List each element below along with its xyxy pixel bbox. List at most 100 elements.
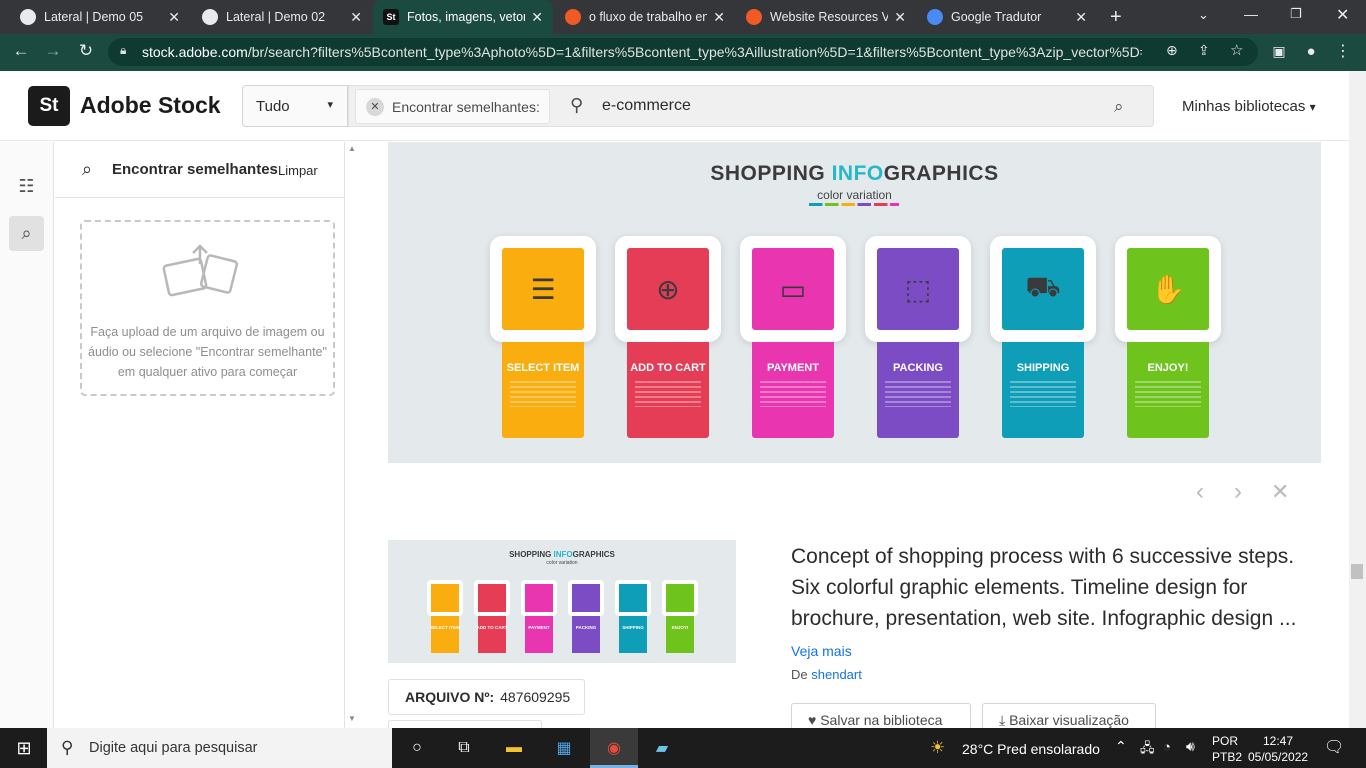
- my-libraries-menu[interactable]: Minhas bibliotecas ▾: [1182, 98, 1316, 115]
- tab-search-icon[interactable]: ⌄: [1198, 7, 1209, 23]
- tab-6[interactable]: Google Tradutor ✕: [917, 0, 1097, 34]
- chevron-down-icon: ▾: [327, 99, 333, 111]
- step-label: ADD TO CART: [630, 362, 706, 374]
- close-tab-icon[interactable]: ✕: [894, 9, 906, 26]
- restore-icon[interactable]: ❐: [1290, 6, 1302, 22]
- volume-icon[interactable]: 🔊︎: [1186, 738, 1195, 755]
- thumbnail-step-body: [525, 616, 553, 653]
- close-tab-icon[interactable]: ✕: [350, 9, 362, 26]
- wifi-icon[interactable]: ◔: [1163, 739, 1171, 754]
- page-scrollbar[interactable]: [1349, 71, 1366, 728]
- close-preview-icon[interactable]: ✕: [1271, 479, 1289, 505]
- find-similar-chip[interactable]: ✕ Encontrar semelhantes:: [355, 89, 550, 124]
- adobe-stock-logo[interactable]: St: [28, 86, 70, 126]
- translate-icon: [927, 9, 943, 25]
- reload-icon[interactable]: ↻: [73, 38, 99, 64]
- minimize-icon[interactable]: —: [1244, 6, 1258, 22]
- new-tab-button[interactable]: +: [1110, 6, 1122, 29]
- see-more-link[interactable]: Veja mais: [791, 643, 852, 659]
- close-tab-icon[interactable]: ✕: [713, 9, 725, 26]
- thumbnail-step-body: [478, 616, 506, 653]
- taskbar-search[interactable]: ⚲ Digite aqui para pesquisar: [47, 728, 392, 768]
- url-text: stock.adobe.com/br/search?filters%5Bcont…: [142, 44, 1142, 60]
- store-icon[interactable]: ▦: [552, 736, 576, 760]
- close-tab-icon[interactable]: ✕: [168, 9, 180, 26]
- profile-icon[interactable]: ●: [1298, 38, 1324, 64]
- close-tab-icon[interactable]: ✕: [1075, 9, 1087, 26]
- previous-arrow-icon[interactable]: ‹: [1196, 478, 1204, 506]
- tab-title: o fluxo de trabalho en: [589, 10, 708, 24]
- step-placeholder-text: [1010, 381, 1076, 407]
- tab-3[interactable]: St Fotos, imagens, vetore ✕: [373, 0, 553, 34]
- page-scrollbar-thumb[interactable]: [1351, 564, 1363, 579]
- upload-instructions: Faça upload de um arquivo de imagem ou á…: [88, 325, 327, 379]
- search-icon: ⚲: [570, 95, 584, 115]
- thumbnail-step-label: SELECT ITEM: [430, 625, 460, 630]
- save-to-library-button[interactable]: ♥ Salvar na biblioteca: [791, 703, 971, 731]
- chrome-icon[interactable]: ◉: [602, 736, 626, 760]
- search-input[interactable]: e-commerce: [602, 97, 691, 115]
- share-icon[interactable]: ⇪: [1198, 42, 1210, 59]
- thumbnail-title: SHOPPING INFOGRAPHICS: [509, 550, 615, 559]
- tab-1[interactable]: Lateral | Demo 05 ✕: [10, 0, 190, 34]
- find-similar-icon: ⌕: [82, 159, 93, 179]
- notifications-icon[interactable]: 🗨︎: [1324, 737, 1344, 757]
- close-tab-icon[interactable]: ✕: [531, 9, 543, 26]
- brave-icon: [565, 9, 581, 25]
- omnibox[interactable]: 🔒︎ stock.adobe.com/br/search?filters%5Bc…: [108, 38, 1258, 66]
- content-type-select[interactable]: Tudo ▾: [242, 85, 348, 127]
- zoom-icon[interactable]: ⊕: [1166, 42, 1178, 59]
- download-preview-button[interactable]: ⤓ Baixar visualização: [982, 703, 1156, 731]
- brand-name[interactable]: Adobe Stock: [80, 92, 221, 119]
- filters-icon[interactable]: ☷: [9, 169, 44, 204]
- tab-5[interactable]: Website Resources Ve ✕: [736, 0, 916, 34]
- bookmark-star-icon[interactable]: ☆: [1230, 41, 1243, 59]
- scroll-down-icon[interactable]: ▼: [348, 714, 356, 723]
- step-card: ⊕ ADD TO CART: [615, 236, 721, 438]
- thumbnail-step: PAYMENT: [521, 580, 557, 653]
- language-indicator[interactable]: POR PTB2: [1212, 733, 1242, 765]
- find-similar-icon[interactable]: ⌕: [9, 216, 44, 251]
- tab-title: Google Tradutor: [951, 10, 1042, 24]
- clear-button[interactable]: Limpar: [278, 163, 318, 178]
- author-line: De shendart: [791, 667, 862, 682]
- cortana-icon[interactable]: ○: [405, 736, 429, 760]
- next-arrow-icon[interactable]: ›: [1234, 478, 1242, 506]
- visual-search-icon[interactable]: ⌕: [1114, 97, 1124, 117]
- clock[interactable]: 12:47 05/05/2022: [1248, 733, 1308, 765]
- scroll-up-icon[interactable]: ▲: [348, 144, 356, 153]
- file-number-box: ARQUIVO Nº: 487609295: [388, 679, 585, 715]
- forward-icon[interactable]: →: [40, 38, 66, 64]
- file-explorer-icon[interactable]: ▬: [502, 736, 526, 760]
- step-placeholder-text: [760, 381, 826, 407]
- panel-divider: [55, 197, 344, 198]
- windows-start-icon[interactable]: ⊞: [12, 736, 36, 760]
- asset-description: Concept of shopping process with 6 succe…: [791, 545, 1297, 630]
- thumbnail-step-icon: [666, 584, 694, 612]
- step-label: PAYMENT: [767, 362, 819, 374]
- thumbnail-step: ENJOY!: [662, 580, 698, 653]
- search-icon: ⚲: [61, 738, 74, 757]
- scope-label: Tudo: [256, 98, 290, 115]
- weather-text[interactable]: 28°C Pred ensolarado: [962, 741, 1100, 757]
- close-window-icon[interactable]: ✕: [1336, 5, 1349, 25]
- panel-scrollbar[interactable]: ▲ ▼: [345, 142, 359, 728]
- globe-icon: [202, 9, 218, 25]
- network-icon[interactable]: 🖧︎: [1140, 739, 1155, 761]
- task-view-icon[interactable]: ⧉: [452, 736, 476, 760]
- menu-icon[interactable]: ⋮: [1330, 38, 1356, 64]
- back-icon[interactable]: ←: [8, 38, 34, 64]
- box-icon: ⬚: [877, 248, 959, 330]
- notepad-app-icon[interactable]: ▰: [650, 736, 674, 760]
- author-link[interactable]: shendart: [811, 667, 862, 682]
- side-panel-icon[interactable]: ▣: [1266, 38, 1292, 64]
- thumbnail-step-body: [572, 616, 600, 653]
- tab-2[interactable]: Lateral | Demo 02 ✕: [192, 0, 372, 34]
- remove-chip-icon[interactable]: ✕: [366, 97, 384, 116]
- thumbnail-step-body: [619, 616, 647, 653]
- chevron-down-icon: ▾: [1309, 100, 1316, 114]
- show-hidden-icons[interactable]: ⌃: [1115, 738, 1127, 755]
- tab-4[interactable]: o fluxo de trabalho en ✕: [555, 0, 735, 34]
- step-label: SHIPPING: [1016, 362, 1070, 374]
- step-placeholder-text: [635, 381, 701, 407]
